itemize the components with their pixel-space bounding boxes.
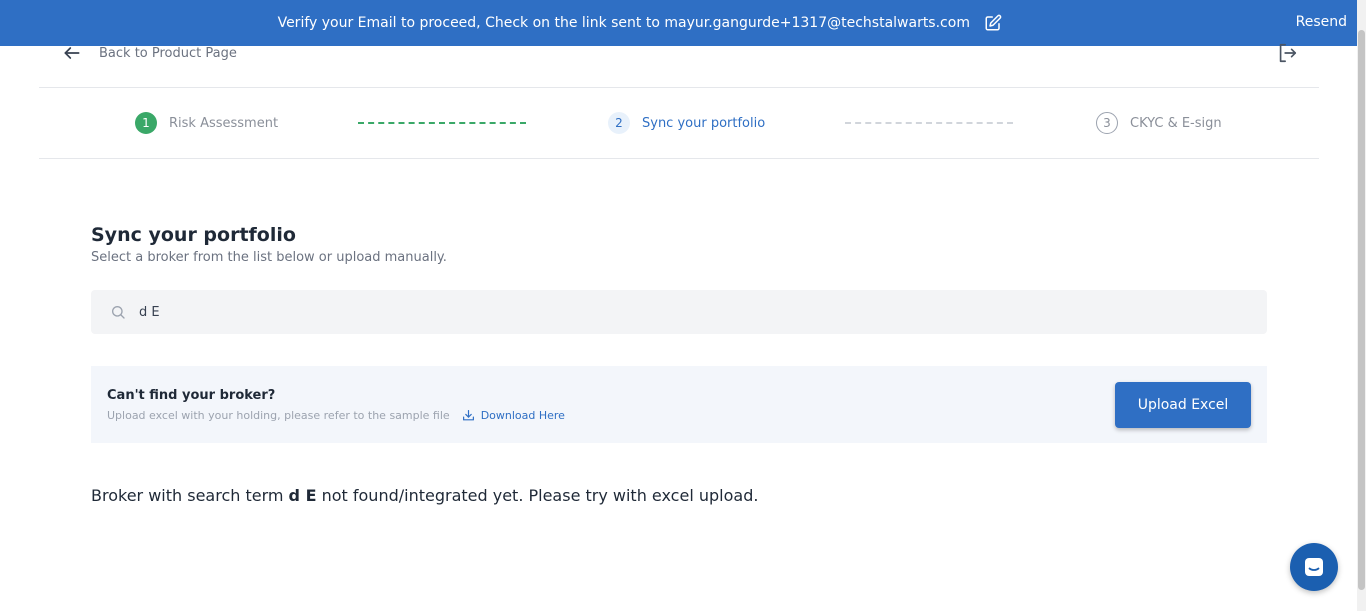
broker-not-found-message: Broker with search term d E not found/in… bbox=[91, 486, 758, 505]
header-divider bbox=[39, 87, 1319, 88]
back-label: Back to Product Page bbox=[99, 45, 237, 61]
back-to-product-link[interactable]: Back to Product Page bbox=[62, 40, 237, 66]
scrollbar[interactable] bbox=[1357, 0, 1366, 611]
download-sample-link[interactable]: Download Here bbox=[462, 409, 565, 422]
search-icon bbox=[112, 306, 125, 319]
download-icon bbox=[462, 410, 474, 421]
step-number-2: 2 bbox=[608, 112, 630, 134]
step-sync-portfolio: 2 Sync your portfolio bbox=[608, 111, 765, 135]
edit-email-icon[interactable] bbox=[984, 14, 1002, 32]
page-subtitle: Select a broker from the list below or u… bbox=[91, 250, 447, 265]
step-ckyc-esign: 3 CKYC & E-sign bbox=[1096, 111, 1222, 135]
result-suffix: not found/integrated yet. Please try wit… bbox=[316, 486, 759, 505]
banner-content: Verify your Email to proceed, Check on t… bbox=[0, 14, 1280, 32]
page-title: Sync your portfolio bbox=[91, 224, 296, 246]
step-label: Risk Assessment bbox=[169, 115, 279, 131]
cant-find-broker-title: Can't find your broker? bbox=[107, 388, 276, 403]
upload-excel-button[interactable]: Upload Excel bbox=[1115, 382, 1251, 428]
upload-hint-text: Upload excel with your holding, please r… bbox=[107, 409, 450, 422]
banner-message: Verify your Email to proceed, Check on t… bbox=[277, 15, 970, 31]
scrollbar-thumb[interactable] bbox=[1358, 30, 1365, 590]
chat-launcher-button[interactable] bbox=[1290, 543, 1338, 591]
upload-hint: Upload excel with your holding, please r… bbox=[107, 409, 565, 422]
download-label: Download Here bbox=[480, 409, 565, 422]
resend-link[interactable]: Resend bbox=[1296, 14, 1347, 30]
step-label: Sync your portfolio bbox=[642, 115, 766, 131]
step-connector-pending bbox=[845, 122, 1013, 124]
upload-excel-card: Can't find your broker? Upload excel wit… bbox=[91, 366, 1267, 443]
step-number-1: 1 bbox=[135, 112, 157, 134]
result-search-term: d E bbox=[288, 486, 317, 505]
step-label: CKYC & E-sign bbox=[1130, 115, 1222, 131]
stepper-divider bbox=[39, 158, 1319, 159]
arrow-left-icon bbox=[64, 47, 80, 59]
step-connector-completed bbox=[358, 122, 526, 124]
result-prefix: Broker with search term bbox=[91, 486, 289, 505]
logout-icon[interactable] bbox=[1276, 42, 1298, 64]
chat-icon bbox=[1305, 558, 1323, 576]
broker-search-box[interactable] bbox=[91, 290, 1267, 334]
step-risk-assessment: 1 Risk Assessment bbox=[135, 111, 278, 135]
broker-search-input[interactable] bbox=[139, 302, 1239, 322]
step-number-3: 3 bbox=[1096, 112, 1118, 134]
